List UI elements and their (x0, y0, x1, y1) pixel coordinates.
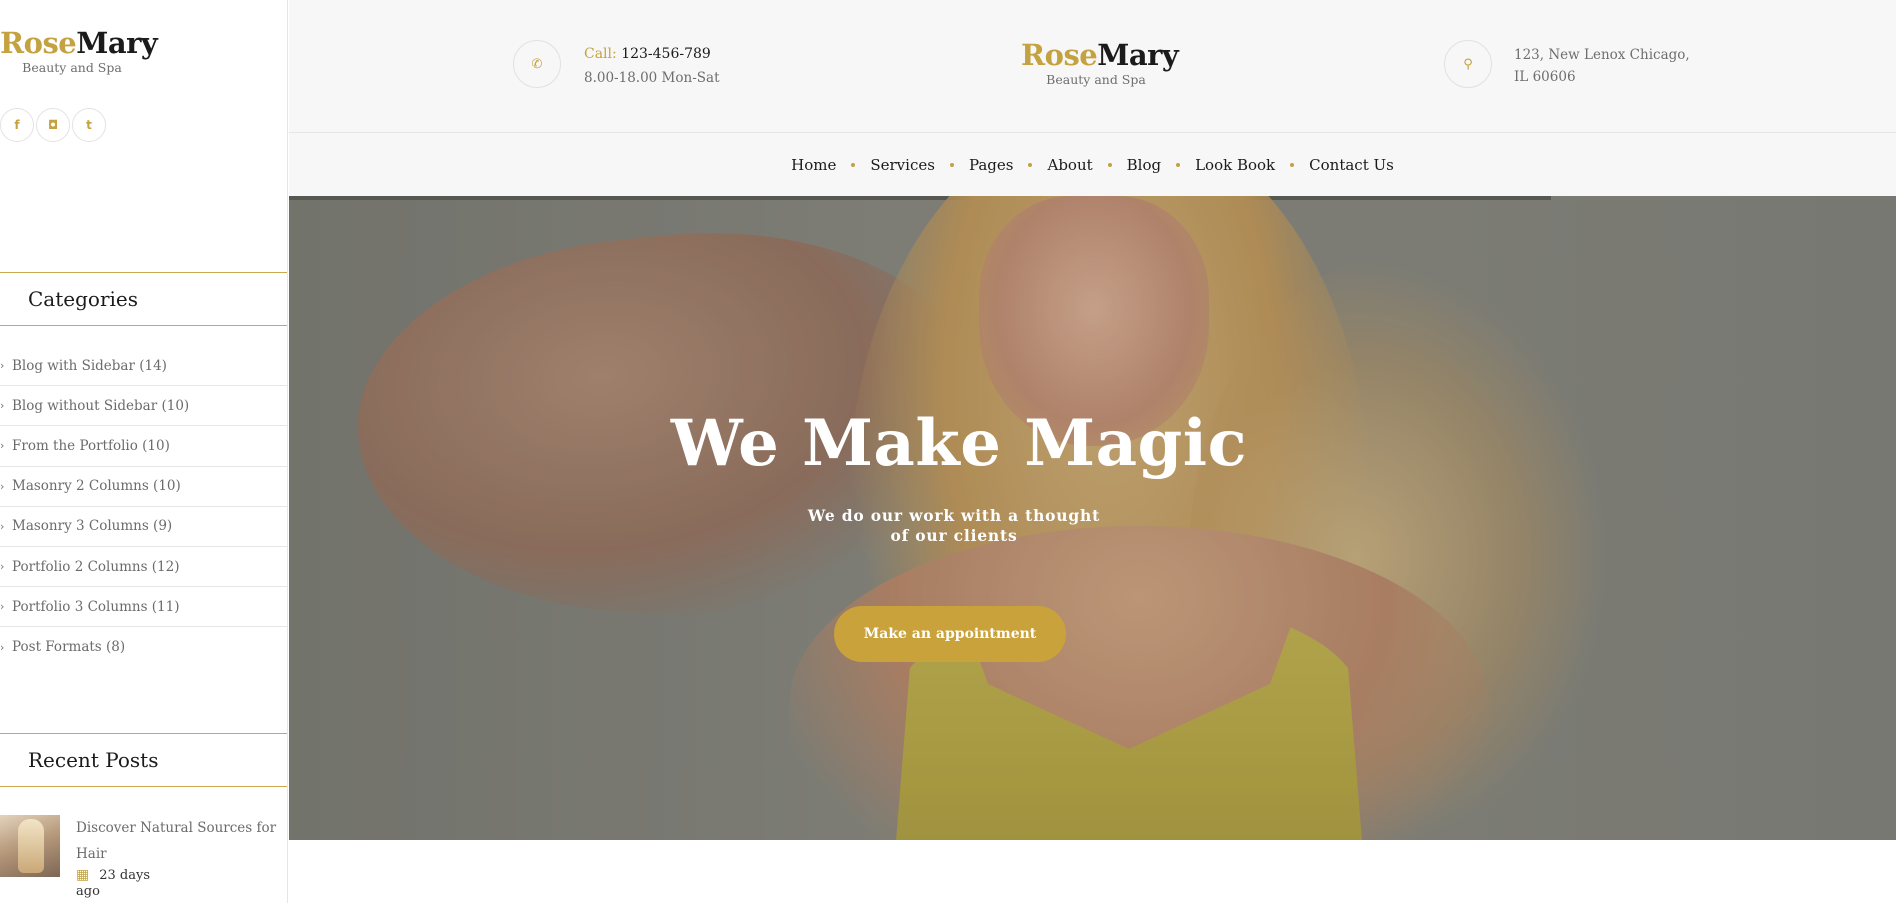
category-label: Post Formats (8) (12, 639, 126, 656)
logo-tagline: Beauty and Spa (1046, 72, 1146, 87)
nav-separator (1107, 162, 1112, 167)
call-label: Call: (584, 46, 617, 62)
chevron-right-icon: › (0, 439, 5, 453)
category-item[interactable]: › Masonry 3 Columns (9) (0, 507, 287, 547)
category-item[interactable]: › Blog with Sidebar (14) (0, 346, 287, 387)
top-header: ✆ Call: 123-456-789 8.00-18.00 Mon-Sat R… (289, 0, 1896, 133)
category-label: From the Portfolio (10) (12, 437, 170, 454)
recent-post-title[interactable]: Discover Natural Sources for Hair (76, 815, 286, 867)
category-item[interactable]: › Blog without Sidebar (10) (0, 386, 287, 427)
address: 123, New Lenox Chicago, IL 60606 (1514, 44, 1714, 88)
category-label: Blog with Sidebar (14) (12, 357, 167, 374)
chevron-right-icon: › (0, 560, 5, 574)
hero-subtitle-line-2: of our clients (890, 526, 1018, 545)
nav-pages[interactable]: Pages (969, 156, 1014, 174)
hero-banner: We Make Magic We do our work with a thou… (289, 196, 1896, 840)
logo-tagline: Beauty and Spa (22, 60, 122, 75)
instagram-icon[interactable]: ◘ (36, 108, 70, 142)
opening-hours: 8.00-18.00 Mon-Sat (584, 70, 720, 86)
chevron-right-icon: › (0, 519, 5, 533)
calendar-icon: ▦ (76, 867, 90, 883)
address-line-2: IL 60606 (1514, 69, 1576, 85)
chevron-right-icon: › (0, 600, 5, 614)
nav-home[interactable]: Home (791, 156, 836, 174)
nav-contact-us[interactable]: Contact Us (1309, 156, 1394, 174)
logo-rose: Rose (0, 26, 77, 60)
category-label: Masonry 3 Columns (9) (12, 518, 173, 535)
make-appointment-button[interactable]: Make an appointment (834, 606, 1066, 662)
sidebar: RoseMary Beauty and Spa f ◘ t Categories… (0, 0, 288, 903)
chevron-right-icon: › (0, 640, 5, 654)
category-label: Portfolio 3 Columns (11) (12, 598, 180, 615)
recent-post-date: ▦ 23 days ago (76, 867, 166, 900)
chevron-right-icon: › (0, 359, 5, 373)
chevron-right-icon: › (0, 479, 5, 493)
nav-separator (949, 162, 954, 167)
hero-subtitle: We do our work with a thought of our cli… (289, 506, 1619, 546)
nav-services[interactable]: Services (870, 156, 935, 174)
main-nav: Home Services Pages About Blog Look Book… (289, 133, 1896, 196)
nav-separator (1028, 162, 1033, 167)
hero-subtitle-line-1: We do our work with a thought (807, 506, 1101, 525)
nav-about[interactable]: About (1047, 156, 1092, 174)
logo-mary: Mary (76, 26, 158, 60)
sidebar-logo[interactable]: RoseMary Beauty and Spa (0, 26, 158, 75)
contact-phone: Call: 123-456-789 8.00-18.00 Mon-Sat (584, 42, 720, 90)
categories-title: Categories (0, 272, 287, 326)
nav-separator (851, 162, 856, 167)
recent-post-thumbnail[interactable] (0, 815, 60, 877)
phone-number[interactable]: 123-456-789 (621, 46, 711, 62)
logo-mary: Mary (1097, 38, 1179, 72)
category-item[interactable]: › Post Formats (8) (0, 627, 287, 667)
nav-separator (1176, 162, 1181, 167)
categories-list: › Blog with Sidebar (14) › Blog without Si… (0, 346, 287, 668)
nav-look-book[interactable]: Look Book (1195, 156, 1275, 174)
phone-icon: ✆ (513, 40, 561, 88)
tumblr-icon[interactable]: t (72, 108, 106, 142)
recent-posts-title: Recent Posts (0, 733, 287, 787)
category-item[interactable]: › From the Portfolio (10) (0, 426, 287, 467)
location-pin-icon: ⚲ (1444, 40, 1492, 88)
header-logo[interactable]: RoseMary Beauty and Spa (1021, 38, 1179, 87)
category-item[interactable]: › Masonry 2 Columns (10) (0, 467, 287, 507)
nav-separator (1290, 162, 1295, 167)
facebook-icon[interactable]: f (0, 108, 34, 142)
category-label: Blog without Sidebar (10) (12, 397, 190, 414)
category-label: Masonry 2 Columns (10) (12, 478, 181, 495)
chevron-right-icon: › (0, 399, 5, 413)
category-item[interactable]: › Portfolio 3 Columns (11) (0, 587, 287, 628)
nav-blog[interactable]: Blog (1127, 156, 1161, 174)
address-line-1: 123, New Lenox Chicago, (1514, 47, 1690, 63)
category-label: Portfolio 2 Columns (12) (12, 558, 180, 575)
social-links: f ◘ t (0, 108, 106, 142)
logo-rose: Rose (1021, 38, 1098, 72)
hero-title: We Make Magic (670, 406, 1248, 481)
category-item[interactable]: › Portfolio 2 Columns (12) (0, 547, 287, 588)
